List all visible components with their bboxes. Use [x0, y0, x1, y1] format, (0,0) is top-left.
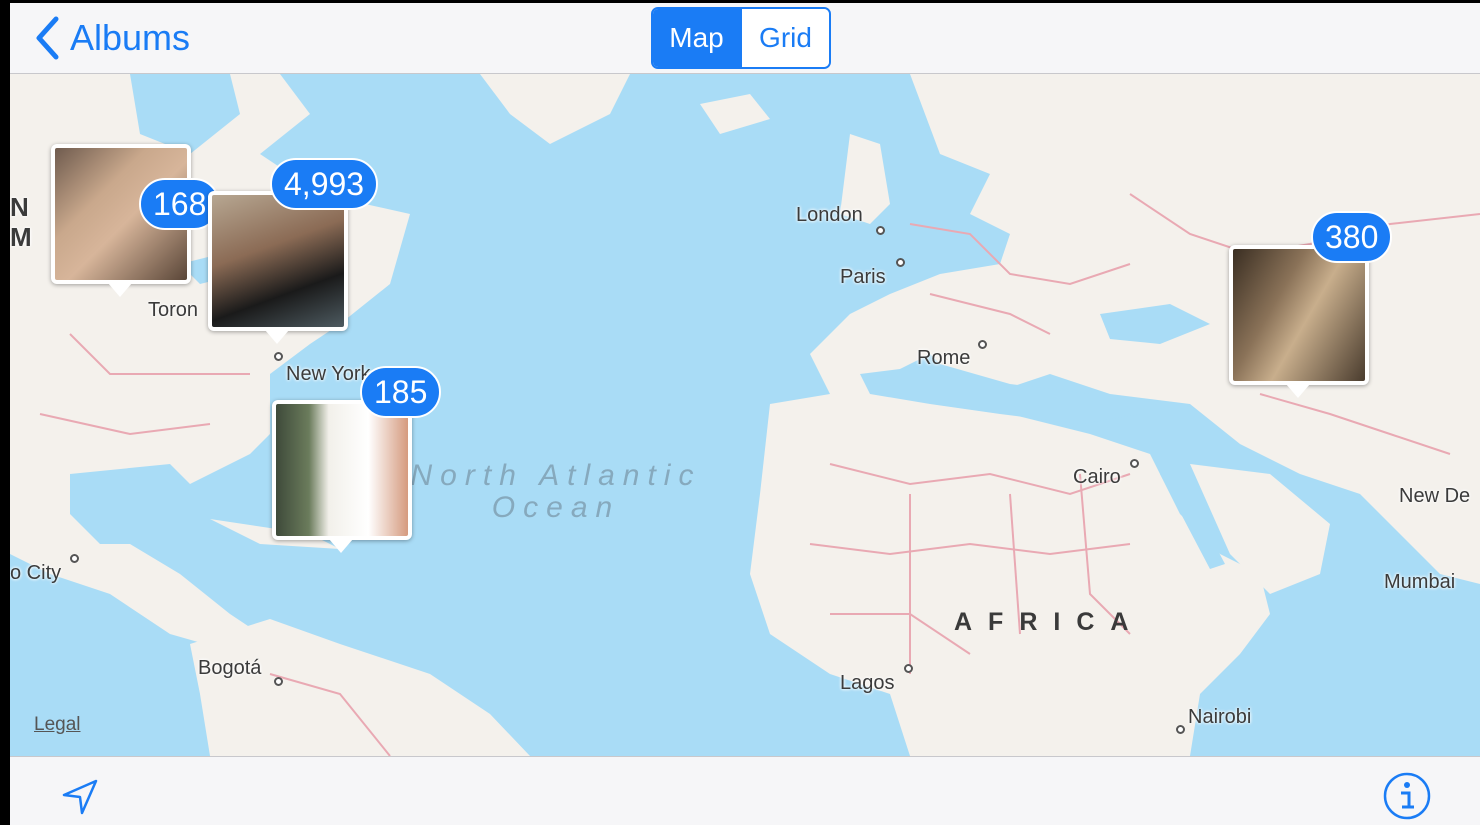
view-segmented-control: Map Grid [651, 7, 831, 69]
photo-cluster-pin[interactable]: 380 [1229, 211, 1393, 405]
city-dot-mexico-city [70, 554, 79, 563]
ocean-label-line1: North Atlantic [410, 459, 702, 492]
city-label-london: London [796, 204, 863, 226]
location-arrow-icon[interactable] [60, 777, 100, 822]
city-dot-bogota [274, 677, 283, 686]
city-dot-rome [978, 340, 987, 349]
back-button-label: Albums [70, 17, 191, 58]
back-button[interactable]: Albums [34, 11, 190, 65]
photo-thumbnail [276, 404, 408, 536]
photo-count-badge: 185 [360, 366, 442, 418]
navigation-bar: Albums Map Grid [10, 3, 1480, 74]
photo-thumbnail-frame [208, 191, 348, 331]
photo-cluster-pin[interactable]: 168 [51, 144, 221, 304]
photo-thumbnail-frame [1229, 245, 1369, 385]
ocean-label-line2: Ocean [491, 491, 621, 524]
pin-tail [108, 283, 132, 297]
city-label-nairobi: Nairobi [1188, 706, 1252, 728]
city-label-mumbai: Mumbai [1384, 571, 1456, 593]
ocean-label: North Atlantic Ocean [406, 460, 706, 524]
pin-tail [1286, 384, 1310, 398]
photo-thumbnail [1233, 249, 1365, 381]
bottom-toolbar [10, 756, 1480, 825]
city-dot-lagos [904, 664, 913, 673]
city-label-new-york: New York [286, 363, 371, 385]
photos-map-screen: Albums Map Grid N C M I London Paris Rom… [10, 3, 1480, 825]
pin-tail [265, 330, 289, 344]
segment-map[interactable]: Map [653, 9, 740, 67]
photo-count-badge: 4,993 [270, 158, 379, 210]
photo-count-badge: 380 [1311, 211, 1393, 263]
chevron-left-icon [36, 16, 59, 60]
photo-thumbnail [212, 195, 344, 327]
city-label-bogota: Bogotá [198, 657, 262, 679]
city-dot-cairo [1130, 459, 1139, 468]
photo-thumbnail-frame [272, 400, 412, 540]
city-label-lagos: Lagos [840, 672, 895, 694]
continent-label: AFRICA [954, 608, 1145, 636]
pin-tail [329, 539, 353, 553]
photo-cluster-pin[interactable]: 4,993 [208, 158, 379, 351]
city-label-new-delhi: New De [1399, 485, 1471, 507]
info-icon[interactable] [1382, 771, 1432, 825]
city-dot-nairobi [1176, 725, 1185, 734]
city-label-cairo: Cairo [1073, 466, 1121, 488]
city-dot-new-york [274, 352, 283, 361]
city-label-paris: Paris [840, 266, 886, 288]
city-dot-paris [896, 258, 905, 267]
photo-cluster-pin[interactable]: 185 [272, 366, 442, 560]
city-dot-london [876, 226, 885, 235]
city-label-mexico-city: o City [10, 562, 62, 584]
legal-link[interactable]: Legal [34, 714, 81, 736]
map-view[interactable]: N C M I London Paris Rome Cairo New De M… [10, 74, 1480, 756]
city-label-rome: Rome [917, 347, 971, 369]
map-base [10, 74, 1480, 756]
segment-grid[interactable]: Grid [740, 9, 829, 67]
